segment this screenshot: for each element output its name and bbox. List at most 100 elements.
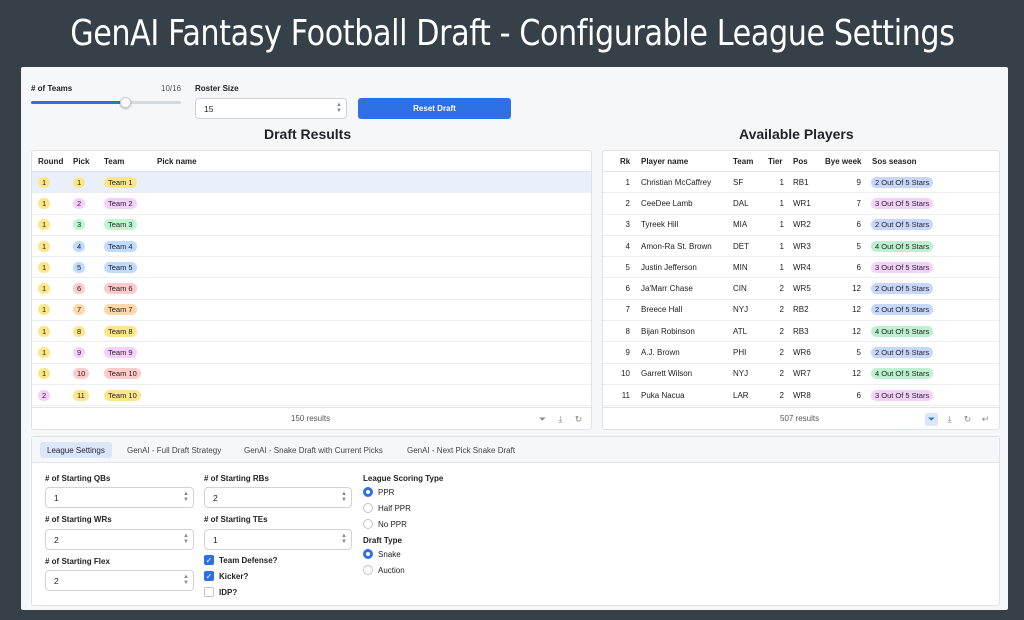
team-cell: ATL	[733, 326, 748, 336]
settings-tabs-panel: League Settings GenAI - Full Draft Strat…	[31, 436, 1000, 606]
table-row[interactable]: 9 A.J. Brown PHI 2 WR6 5 2 Out Of 5 Stars	[603, 342, 999, 364]
table-row[interactable]: 1 3 Team 3	[32, 215, 591, 236]
rk-cell: 10	[621, 369, 630, 379]
round-cell: 1	[38, 325, 51, 337]
refresh-icon[interactable]: ↻	[572, 413, 585, 426]
stepper-icon[interactable]: ▲ ▼	[183, 491, 189, 503]
stepper-icon[interactable]: ▲ ▼	[183, 533, 189, 545]
team-cell: DAL	[733, 198, 749, 208]
rk-cell: 1	[625, 177, 630, 187]
tab-snake-draft-current-picks[interactable]: GenAI - Snake Draft with Current Picks	[237, 442, 390, 458]
teams-slider[interactable]	[31, 97, 181, 108]
table-row[interactable]: 5 Justin Jefferson MIN 1 WR4 6 3 Out Of 5 Star…	[603, 257, 999, 279]
bye-week-cell: 12	[852, 305, 861, 315]
no-ppr-label: No PPR	[378, 520, 407, 529]
tab-full-draft-strategy[interactable]: GenAI - Full Draft Strategy	[120, 442, 228, 458]
tier-cell: 1	[779, 220, 784, 230]
table-row[interactable]: 1 7 Team 7	[32, 300, 591, 322]
tab-next-pick-snake-draft[interactable]: GenAI - Next Pick Snake Draft	[400, 442, 522, 458]
tab-league-settings[interactable]: League Settings	[40, 442, 112, 458]
col-team[interactable]: Team	[733, 151, 753, 171]
table-row[interactable]: 10 Garrett Wilson NYJ 2 WR7 12 4 Out Of 5 Star…	[603, 364, 999, 385]
pick-cell: 11	[73, 389, 89, 401]
pos-cell: RB2	[793, 305, 809, 315]
kicker-checkbox[interactable]: ✓	[204, 571, 214, 581]
stepper-icon[interactable]: ▲ ▼	[183, 574, 189, 586]
table-row[interactable]: 6 Ja'Marr Chase CIN 2 WR5 12 2 Out Of 5 Stars	[603, 278, 999, 300]
filter-icon[interactable]: ⏷	[925, 413, 938, 426]
table-row[interactable]: 3 Tyreek Hill MIA 1 WR2 6 2 Out Of 5 Stars	[603, 215, 999, 236]
tier-cell: 1	[779, 241, 784, 251]
col-rk[interactable]: Rk	[620, 151, 630, 171]
snake-label: Snake	[378, 550, 401, 559]
pos-cell: WR7	[793, 369, 811, 379]
ppr-radio[interactable]	[363, 487, 373, 497]
table-row[interactable]: 1 6 Team 6	[32, 278, 591, 300]
team-defense-checkbox[interactable]: ✓	[204, 555, 214, 565]
download-icon[interactable]: ⤓	[554, 413, 567, 426]
starting-tes-input[interactable]: 1 ▲ ▼	[204, 529, 352, 550]
teams-slider-thumb[interactable]	[119, 97, 131, 108]
col-team[interactable]: Team	[104, 151, 124, 171]
pos-cell: WR1	[793, 198, 811, 208]
starting-qbs-input[interactable]: 1 ▲ ▼	[45, 487, 194, 508]
tier-cell: 2	[779, 348, 784, 358]
stepper-icon[interactable]: ▲ ▼	[341, 491, 347, 503]
col-player-name[interactable]: Player name	[641, 151, 688, 171]
starting-rbs-input[interactable]: 2 ▲ ▼	[204, 487, 352, 508]
roster-size-input[interactable]: 15 ▲ ▼	[195, 98, 347, 119]
col-round[interactable]: Round	[38, 151, 63, 171]
team-cell: Team 4	[104, 240, 137, 252]
table-row[interactable]: 7 Breece Hall NYJ 2 RB2 12 2 Out Of 5 Stars	[603, 300, 999, 322]
stepper-icon[interactable]: ▲ ▼	[336, 102, 342, 114]
starting-wrs-input[interactable]: 2 ▲ ▼	[45, 529, 194, 550]
stepper-icon[interactable]: ▲ ▼	[341, 533, 347, 545]
team-cell: LAR	[733, 390, 749, 400]
filter-icon[interactable]: ⏷	[536, 413, 549, 426]
download-icon[interactable]: ⤓	[943, 413, 956, 426]
table-row[interactable]: 1 1 Team 1	[32, 172, 591, 194]
auction-radio[interactable]	[363, 565, 373, 575]
table-row[interactable]: 2 11 Team 10	[32, 385, 591, 407]
tier-cell: 2	[779, 390, 784, 400]
bye-week-cell: 9	[856, 177, 861, 187]
refresh-icon[interactable]: ↻	[961, 413, 974, 426]
team-cell: Team 1	[104, 176, 137, 188]
reset-draft-button[interactable]: Reset Draft	[358, 98, 511, 119]
idp-checkbox[interactable]	[204, 587, 214, 597]
table-row[interactable]: 1 5 Team 5	[32, 257, 591, 279]
undo-icon[interactable]: ↵	[979, 413, 992, 426]
starting-wrs-label: # of Starting WRs	[45, 515, 112, 524]
snake-radio[interactable]	[363, 549, 373, 559]
sos-season-cell: 2 Out Of 5 Stars	[871, 304, 934, 316]
starting-flex-input[interactable]: 2 ▲ ▼	[45, 570, 194, 591]
col-pos[interactable]: Pos	[793, 151, 808, 171]
table-row[interactable]: 1 2 Team 2	[32, 193, 591, 215]
pick-cell: 10	[73, 368, 90, 380]
table-row[interactable]: 11 Puka Nacua LAR 2 WR8 6 3 Out Of 5 Stars	[603, 385, 999, 407]
banner: GenAI Fantasy Football Draft - Configura…	[0, 0, 1024, 66]
half-ppr-radio[interactable]	[363, 503, 373, 513]
table-row[interactable]: 1 8 Team 8	[32, 321, 591, 343]
rk-cell: 2	[625, 198, 630, 208]
col-pick[interactable]: Pick	[73, 151, 89, 171]
table-row[interactable]: 1 4 Team 4	[32, 236, 591, 258]
starting-tes-label: # of Starting TEs	[204, 515, 268, 524]
table-row[interactable]: 2 CeeDee Lamb DAL 1 WR1 7 3 Out Of 5 Stars	[603, 193, 999, 215]
col-tier[interactable]: Tier	[768, 151, 783, 171]
draft-results-grid: Round Pick Team Pick name 1 1 Team 1 1 2 Team…	[31, 150, 592, 430]
table-row[interactable]: 1 10 Team 10	[32, 364, 591, 385]
team-cell: Team 10	[104, 389, 141, 401]
table-row[interactable]: 1 9 Team 9	[32, 342, 591, 364]
pick-cell: 3	[73, 219, 86, 231]
table-row[interactable]: 4 Amon-Ra St. Brown DET 1 WR3 5 4 Out Of 5 Sta…	[603, 236, 999, 258]
team-cell: DET	[733, 241, 749, 251]
round-cell: 1	[38, 219, 51, 231]
no-ppr-radio[interactable]	[363, 519, 373, 529]
col-sos-season[interactable]: Sos season	[872, 151, 916, 171]
table-row[interactable]: 8 Bijan Robinson ATL 2 RB3 12 4 Out Of 5 Stars	[603, 321, 999, 343]
col-bye-week[interactable]: Bye week	[825, 151, 861, 171]
col-pick-name[interactable]: Pick name	[157, 151, 197, 171]
player-name-cell: Breece Hall	[641, 305, 683, 315]
table-row[interactable]: 1 Christian McCaffrey SF 1 RB1 9 2 Out Of 5 St…	[603, 172, 999, 194]
